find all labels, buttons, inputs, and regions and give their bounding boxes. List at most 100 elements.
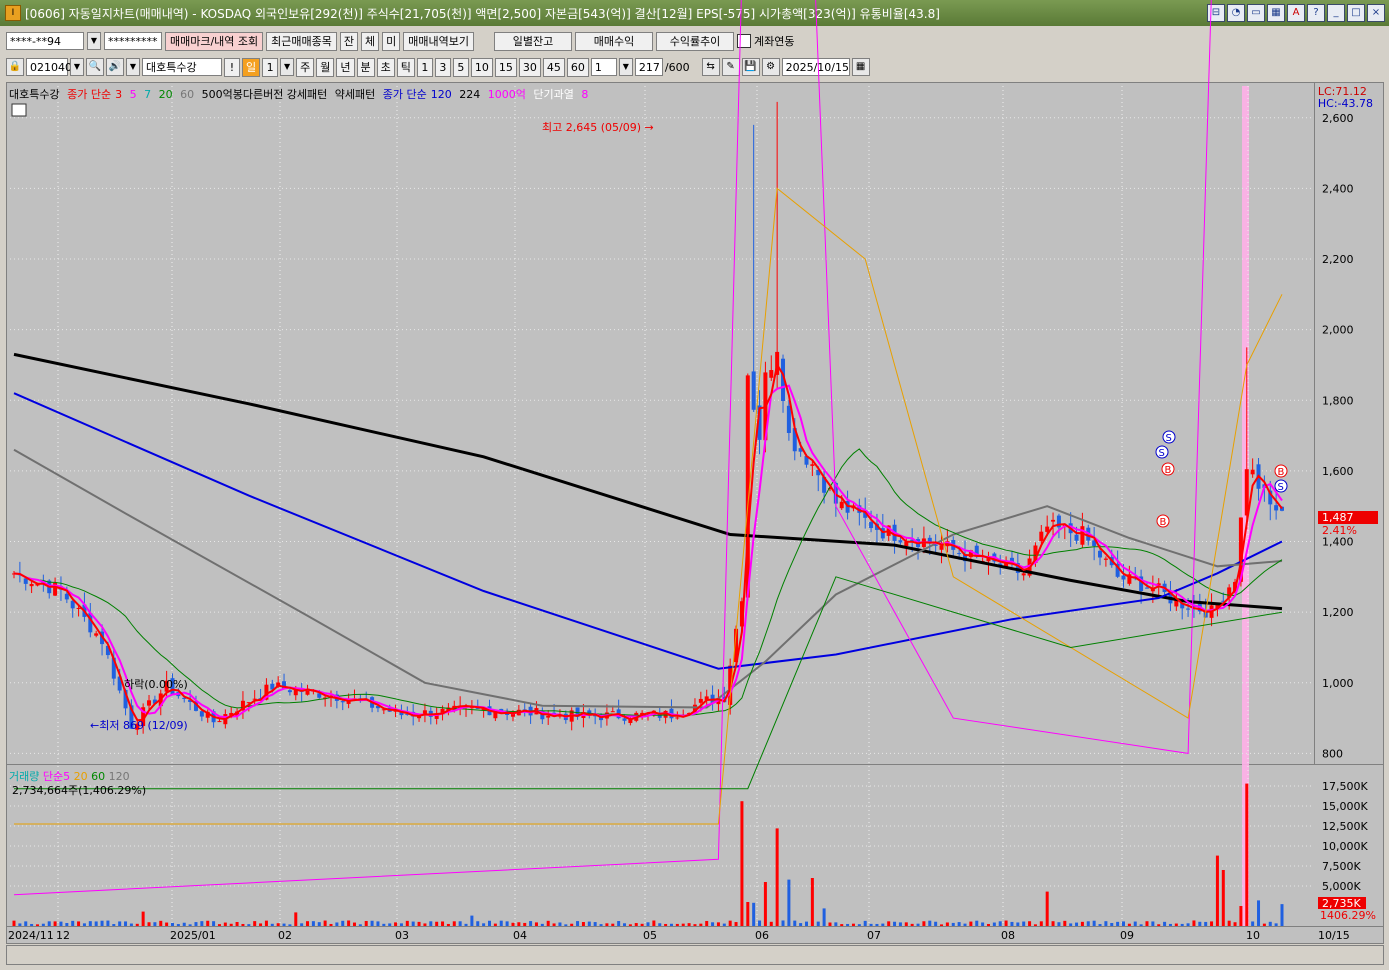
volume-bar [423, 923, 427, 926]
current-pct-label: 2.41% [1322, 524, 1357, 537]
stock-legend: 대호특수강 [9, 88, 60, 101]
volume-bar [223, 922, 227, 926]
ma3-legend: 3 [115, 88, 123, 101]
volume-bar [317, 922, 321, 926]
volume-bar [716, 922, 720, 926]
volume-bar [975, 920, 979, 926]
volume-bar [1151, 921, 1155, 926]
overheat-legend: 단기과열 [533, 88, 574, 101]
volume-bar [1092, 920, 1096, 926]
volume-bar [446, 923, 450, 926]
x-tick-label: 10/15 [1318, 929, 1350, 942]
x-tick-label: 08 [1001, 929, 1015, 942]
volume-bar [799, 923, 803, 926]
volume-bar [470, 915, 474, 926]
volume-bar [147, 922, 151, 926]
volume-tick-label: 7,500K [1322, 860, 1361, 873]
volume-bar [341, 920, 345, 926]
candle-body [1021, 573, 1026, 576]
ma-legend-label: 종가 단순 [67, 88, 112, 101]
volume-bar [769, 921, 773, 926]
volume-bar [699, 923, 703, 926]
volume-bar [540, 923, 544, 926]
volume-bar [623, 923, 627, 926]
candle-body [786, 405, 791, 433]
volume-ma20-line [14, 187, 1283, 825]
volume-bar [288, 924, 292, 926]
volume-bar [1016, 922, 1020, 926]
candle-body [147, 700, 152, 706]
volume-bar [687, 923, 691, 926]
volume-bar [916, 923, 920, 926]
candle-body [94, 633, 99, 636]
volume-bar [640, 923, 644, 926]
volume-bar [1010, 921, 1014, 926]
current-volume-pct: 1406.29% [1320, 909, 1376, 922]
bear-pattern-legend: 약세패턴 [334, 88, 376, 101]
ma60-line [13, 448, 1283, 709]
volume-bar [940, 924, 944, 926]
volume-bar [752, 902, 756, 926]
volume-bar [534, 922, 538, 926]
x-tick-label: 07 [867, 929, 881, 942]
x-tick-label: 03 [395, 929, 409, 942]
price-axis-divider [1314, 82, 1315, 764]
volume-bar [675, 923, 679, 926]
volume-bar [488, 920, 491, 926]
x-tick-label: 05 [643, 929, 657, 942]
volume-bar [969, 921, 973, 926]
volume-bar [100, 920, 104, 926]
volume-bar [922, 921, 926, 926]
bull-pattern-legend: 500억봉다른버전 강세패턴 [201, 88, 328, 101]
volume-bar [669, 923, 673, 926]
volume-bar [1174, 923, 1178, 926]
candle-body [1080, 526, 1085, 545]
volume-bar [165, 922, 169, 926]
volume-bar [875, 923, 879, 926]
x-tick-label: 06 [755, 929, 769, 942]
volume-bar [264, 920, 268, 926]
volume-ma5-line [13, 0, 1212, 896]
volume-bar [482, 923, 486, 926]
volume-bar [681, 923, 685, 926]
candle-body [939, 545, 944, 550]
scrollbar[interactable] [6, 945, 1384, 965]
volume-bar [1233, 922, 1237, 926]
volume-bar [1210, 921, 1214, 926]
price-tick-label: 2,400 [1322, 182, 1354, 195]
volume-bar [171, 922, 174, 926]
volume-info: 2,734,664주(1,406.29%) [12, 784, 147, 797]
volume-bar [546, 920, 550, 926]
volume-bar [1168, 923, 1172, 926]
candle-body [622, 718, 627, 721]
volume-bar [270, 923, 274, 926]
volume-bar [24, 921, 28, 926]
hc-value: HC:-43.78 [1317, 97, 1373, 110]
price-chart[interactable]: 2,600 2,400 2,200 2,000 1,800 1,600 1,400 1,200… [0, 0, 1389, 970]
volume-bar [94, 921, 98, 926]
candle-body [1250, 469, 1255, 475]
volume-bar [259, 923, 263, 926]
panel-divider [6, 764, 1384, 765]
volume-bar [329, 923, 333, 926]
volume-bar [1127, 923, 1131, 926]
ma224-legend: 224 [459, 88, 481, 101]
volume-bar [523, 922, 527, 926]
volume-bar [1051, 921, 1055, 926]
ma5-line [13, 384, 1283, 719]
candle-body [610, 711, 615, 713]
volume-bar [787, 879, 791, 926]
volume-bar [200, 921, 204, 926]
ma60-legend: 60 [180, 88, 195, 101]
volume-bar [1004, 920, 1008, 926]
ma120-legend: 120 [430, 88, 452, 101]
volume-bar [358, 924, 362, 926]
candle-body [1039, 531, 1044, 541]
volume-bar [1033, 924, 1037, 926]
volume-bar [1045, 891, 1049, 926]
amount-legend: 1000억 [487, 88, 526, 101]
volume-bar [311, 921, 315, 926]
volume-bar [576, 921, 580, 926]
price-legend: 대호특수강 종가 단순 3 5 7 20 60 500억봉다른버전 강세패턴 약세… [9, 86, 592, 102]
volume-bar [194, 922, 198, 926]
